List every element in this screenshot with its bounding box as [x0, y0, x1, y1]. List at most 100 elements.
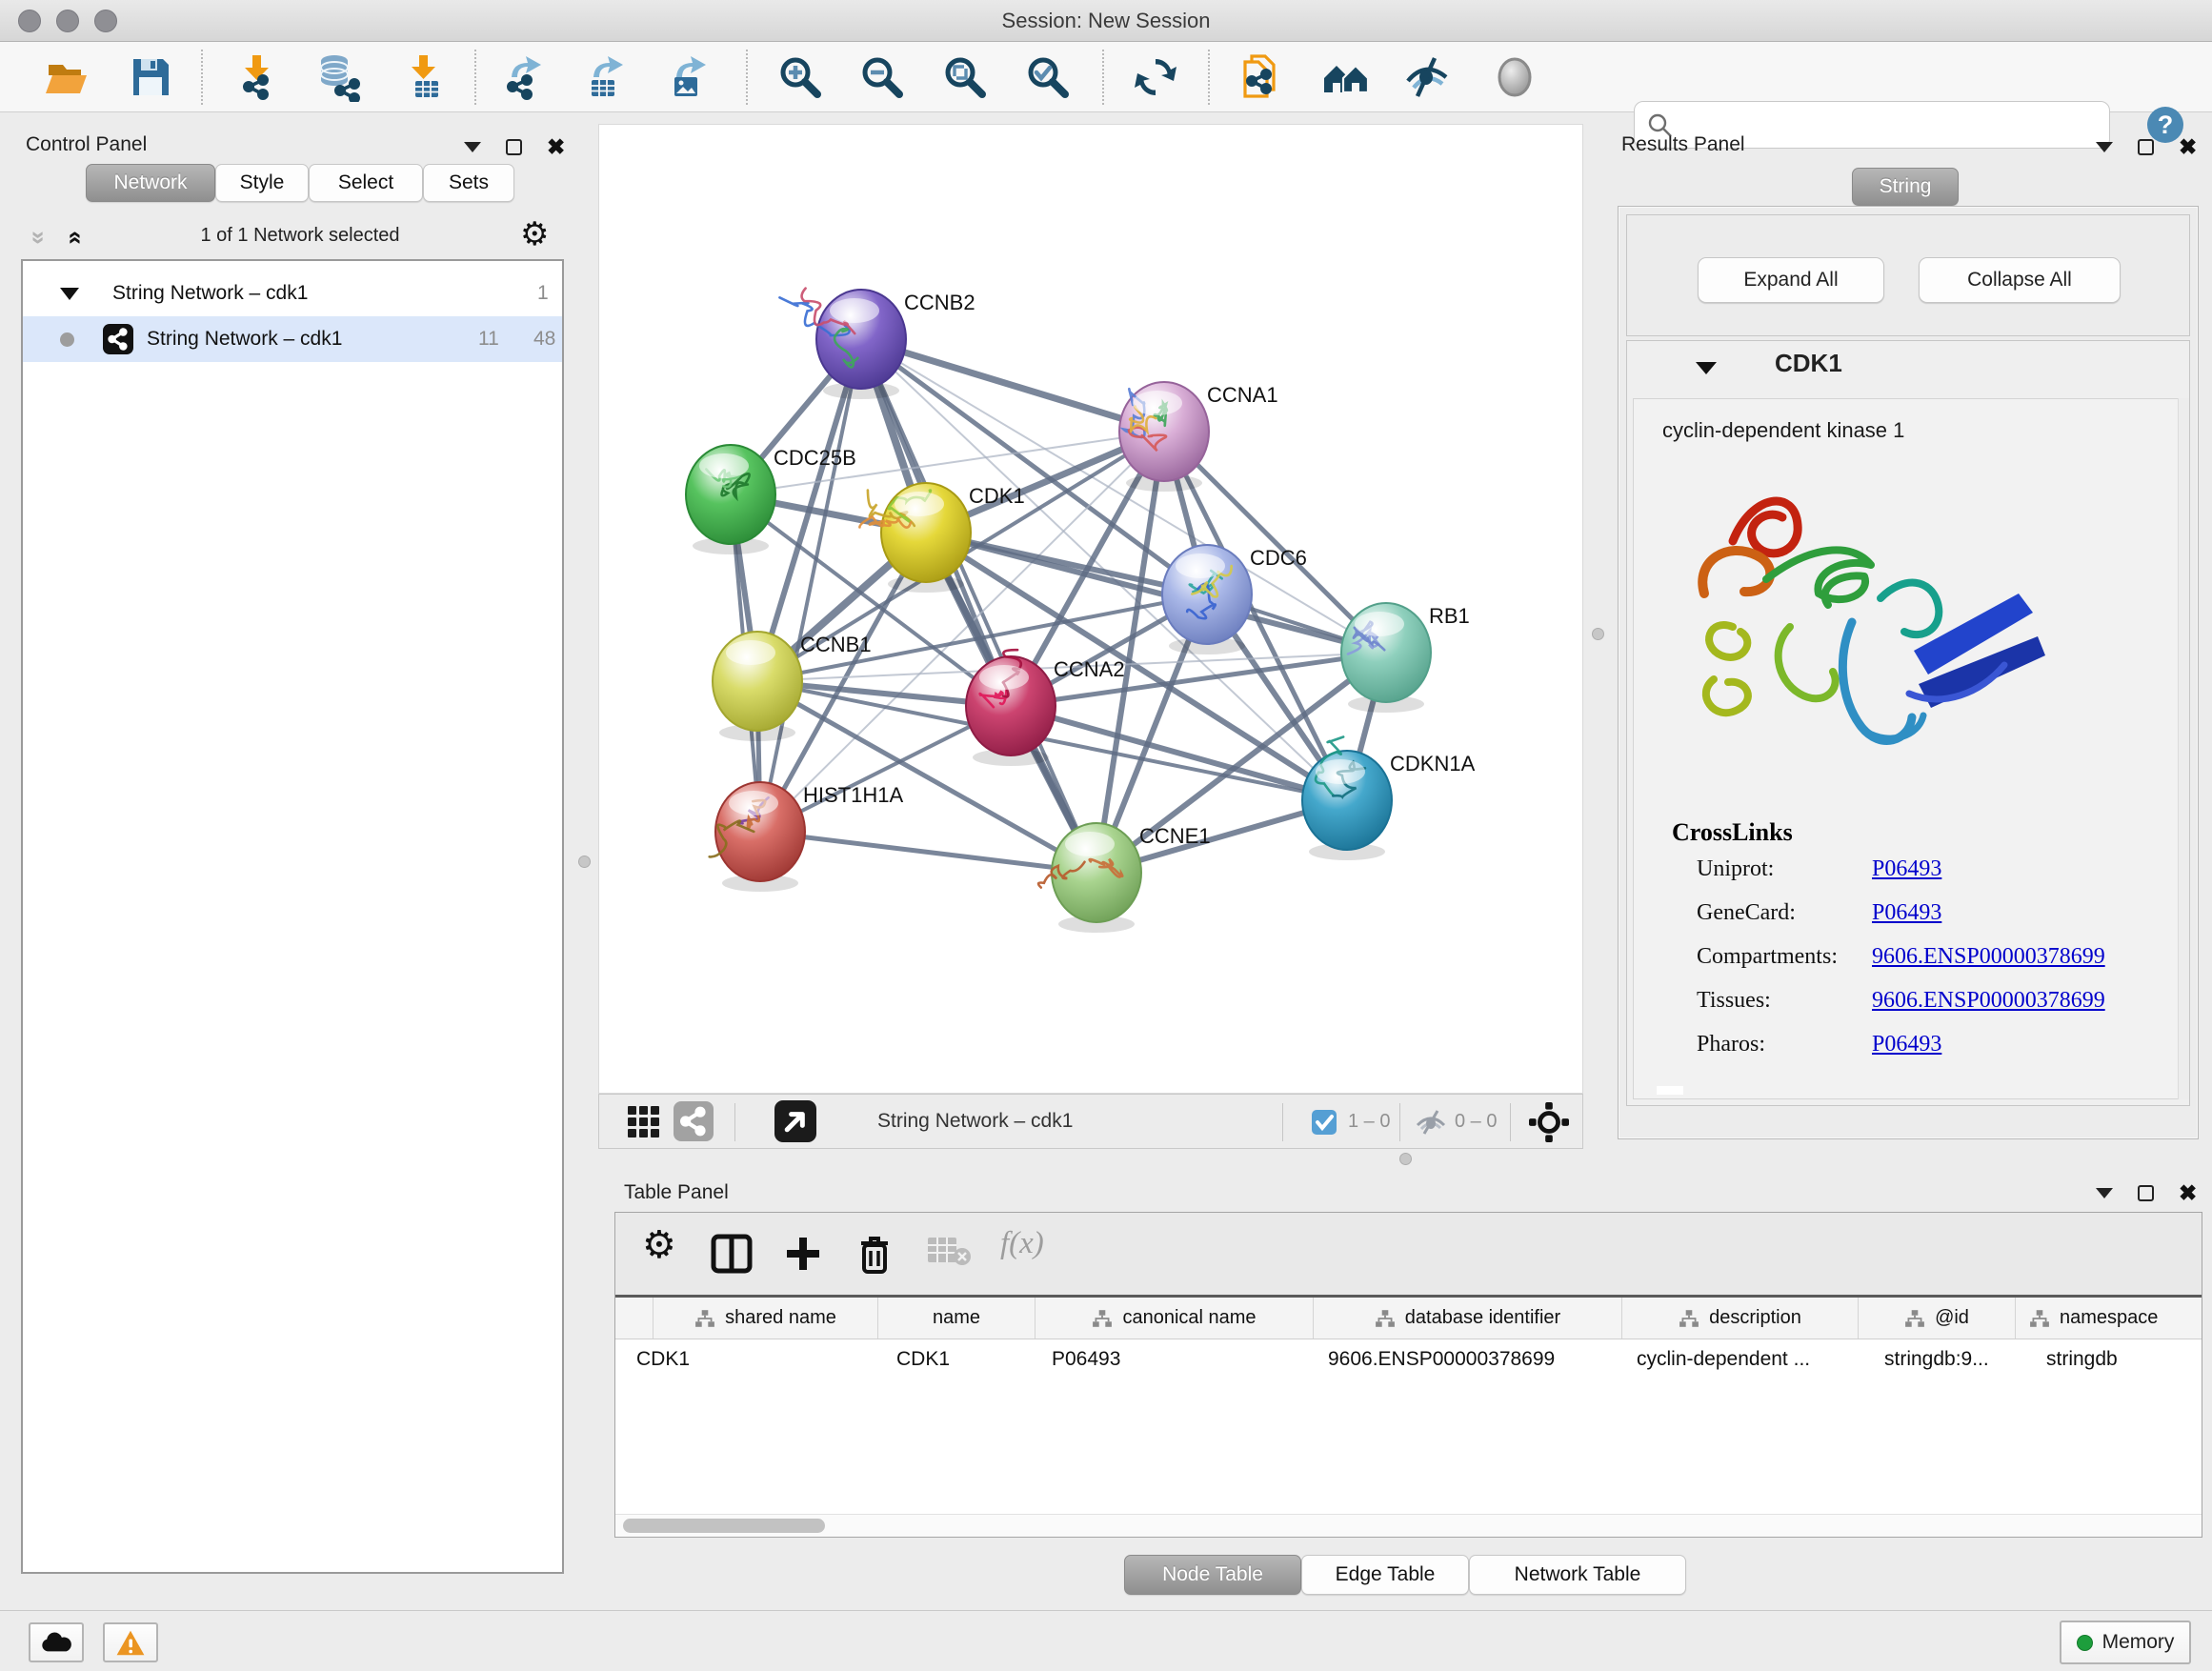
add-row-plus-icon[interactable] [783, 1234, 823, 1278]
string-style-icon[interactable] [674, 1101, 714, 1141]
table-settings-gear-icon[interactable]: ⚙ [642, 1226, 676, 1264]
section-collapse-icon[interactable] [1696, 362, 1717, 374]
import-network-file-icon[interactable] [233, 52, 283, 102]
first-neighbors-icon[interactable] [1321, 52, 1371, 102]
control-tab-sets[interactable]: Sets [423, 164, 514, 202]
import-table-file-icon[interactable] [400, 52, 450, 102]
zoom-in-icon[interactable] [775, 52, 825, 102]
column-header-shared-name[interactable]: shared name [654, 1298, 878, 1339]
network-row-selected[interactable]: String Network – cdk1 11 48 [23, 316, 562, 362]
column-header--id[interactable]: @id [1859, 1298, 2016, 1339]
tab-node-table[interactable]: Node Table [1124, 1555, 1301, 1595]
crosslink-label: Compartments: [1697, 944, 1838, 970]
node-label-CDC6: CDC6 [1250, 546, 1307, 570]
tab-edge-table[interactable]: Edge Table [1301, 1555, 1469, 1595]
close-panel-icon[interactable]: ✖ [547, 139, 565, 155]
export-image-icon[interactable] [665, 52, 714, 102]
collapse-all-button[interactable]: Collapse All [1919, 257, 2121, 303]
cloud-icon [40, 1631, 72, 1654]
delete-trash-icon[interactable] [855, 1234, 894, 1280]
close-panel-icon[interactable]: ✖ [2179, 139, 2197, 155]
crosslink-row: GeneCard:P06493 [1672, 891, 1793, 935]
zoom-out-icon[interactable] [857, 52, 907, 102]
results-tab-string[interactable]: String [1852, 168, 1959, 206]
crosslinks-section: CrossLinks Uniprot:P06493GeneCard:P06493… [1672, 818, 1793, 1066]
open-file-icon[interactable] [42, 52, 91, 102]
network-node-CCNE1[interactable] [1038, 823, 1141, 933]
horizontal-splitter-grip[interactable] [1399, 1153, 1412, 1165]
results-scrollbar[interactable] [2178, 398, 2189, 1099]
open-in-new-window-icon[interactable] [774, 1100, 816, 1142]
collapse-panel-icon[interactable] [2096, 1188, 2113, 1198]
tree-expand-icon[interactable] [60, 288, 79, 300]
column-header-namespace[interactable]: namespace [2016, 1298, 2212, 1339]
column-header-name[interactable]: name [878, 1298, 1036, 1339]
cloud-button[interactable] [29, 1622, 84, 1662]
cell: CDK1 [896, 1348, 950, 1371]
export-table-icon[interactable] [582, 52, 632, 102]
tab-network-table[interactable]: Network Table [1469, 1555, 1686, 1595]
import-network-database-icon[interactable] [313, 52, 363, 102]
selected-items-checkbox[interactable] [1312, 1110, 1337, 1135]
zoom-fit-icon[interactable] [940, 52, 990, 102]
birdseye-grid-icon[interactable] [626, 1104, 662, 1145]
network-view-canvas[interactable]: CCNB2CCNA1CDC25BCDK1CDC6RB1CCNB1CCNA2CDK… [598, 124, 1583, 1094]
collapse-all-trees-icon[interactable]: » [32, 223, 46, 252]
table-horizontal-scrollbar[interactable] [615, 1514, 2202, 1537]
network-options-gear-icon[interactable]: ⚙ [520, 215, 549, 253]
crosslink-row: Uniprot:P06493 [1672, 847, 1793, 891]
float-panel-icon[interactable] [506, 139, 522, 155]
warnings-button[interactable] [103, 1622, 158, 1662]
crosslink-label: Pharos: [1697, 1032, 1765, 1057]
new-network-from-selection-icon[interactable] [1240, 52, 1290, 102]
network-node-RB1[interactable] [1341, 603, 1431, 713]
scrollbar-thumb[interactable] [623, 1519, 825, 1533]
fit-selected-crosshair-icon[interactable] [1529, 1102, 1569, 1147]
control-tab-select[interactable]: Select [309, 164, 423, 202]
close-panel-icon[interactable]: ✖ [2179, 1185, 2197, 1201]
crosslink-link[interactable]: P06493 [1872, 856, 1941, 882]
network-collection-row[interactable]: String Network – cdk1 1 [23, 271, 562, 316]
add-column-icon[interactable] [711, 1234, 753, 1278]
memory-button[interactable]: Memory [2060, 1621, 2191, 1664]
crosslinks-heading: CrossLinks [1672, 818, 1793, 847]
column-header-database-identifier[interactable]: database identifier [1314, 1298, 1622, 1339]
zoom-selected-icon[interactable] [1023, 52, 1073, 102]
control-tab-network[interactable]: Network [86, 164, 215, 202]
expand-all-button[interactable]: Expand All [1698, 257, 1884, 303]
control-tab-style[interactable]: Style [215, 164, 309, 202]
search-input[interactable] [1682, 106, 2101, 144]
hidden-items-eye-icon [1415, 1109, 1447, 1140]
column-header-canonical-name[interactable]: canonical name [1036, 1298, 1314, 1339]
column-header-description[interactable]: description [1622, 1298, 1859, 1339]
table-row[interactable]: CDK1CDK1P064939606.ENSP00000378699cyclin… [615, 1339, 2202, 1381]
export-network-icon[interactable] [500, 52, 550, 102]
network-node-CDC25B[interactable] [686, 445, 775, 554]
show-all-icon[interactable] [1490, 52, 1539, 102]
float-panel-icon[interactable] [2138, 1185, 2154, 1201]
crosslink-link[interactable]: 9606.ENSP00000378699 [1872, 944, 2105, 970]
crosslink-link[interactable]: 9606.ENSP00000378699 [1872, 988, 2105, 1014]
collapse-panel-icon[interactable] [2096, 142, 2113, 152]
right-splitter-grip[interactable] [1592, 628, 1604, 640]
float-panel-icon[interactable] [2138, 139, 2154, 155]
left-splitter-grip[interactable] [578, 856, 591, 868]
table-toolbar: ⚙ f(x) [615, 1213, 2202, 1295]
edge-CCNA1-HIST1H1A[interactable] [760, 432, 1164, 832]
network-node-CCNB2[interactable] [779, 289, 906, 399]
network-tree: String Network – cdk1 1 String Network –… [21, 259, 564, 1574]
network-node-CCNB1[interactable] [713, 632, 802, 741]
edge-CCNB2-CCNA1[interactable] [861, 339, 1164, 432]
save-session-icon[interactable] [126, 52, 175, 102]
edge-CCNB2-HIST1H1A[interactable] [760, 339, 861, 832]
expand-all-trees-icon[interactable]: » [67, 223, 80, 252]
hide-selected-icon[interactable] [1402, 52, 1452, 102]
table-header-row: shared namenamecanonical namedatabase id… [615, 1298, 2202, 1339]
crosslink-link[interactable]: P06493 [1872, 1032, 1941, 1057]
network-node-HIST1H1A[interactable] [710, 782, 805, 892]
crosslink-link[interactable]: P06493 [1872, 900, 1941, 926]
edge-HIST1H1A-CCNE1[interactable] [760, 832, 1096, 873]
network-node-CCNA1[interactable] [1119, 382, 1209, 492]
apply-layout-icon[interactable] [1131, 52, 1180, 102]
collapse-panel-icon[interactable] [464, 142, 481, 152]
